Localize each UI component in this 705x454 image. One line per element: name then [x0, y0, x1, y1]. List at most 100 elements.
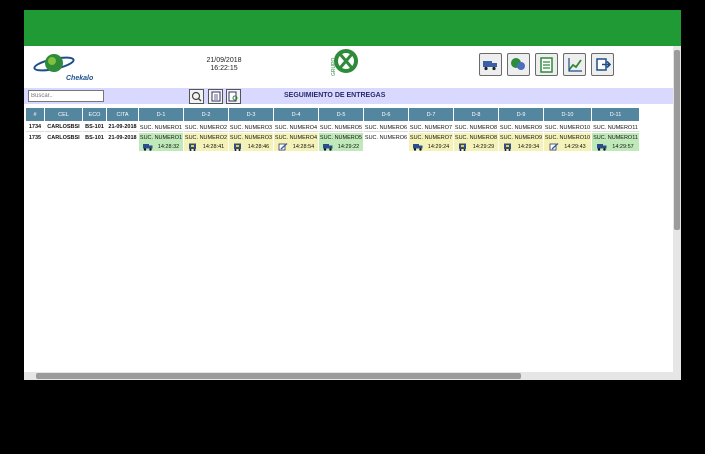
delivery-cell[interactable]: SUC. NUMERO5 14:29:22 — [319, 133, 363, 151]
deliveries-table: # CEL ECO CITA D-1 D-2 D-3 D-4 D-5 D-6 D-7 D-8 D-9 D-… — [25, 107, 640, 152]
delivery-cell[interactable]: SUC. NUMERO3 — [229, 122, 273, 132]
checklist-button[interactable] — [535, 53, 558, 76]
delivery-cell[interactable]: SUC. NUMERO9 14:29:34 — [499, 133, 543, 151]
search-settings-button[interactable] — [189, 89, 204, 104]
users-button[interactable] — [507, 53, 530, 76]
delivery-status: 14:28:54 — [274, 142, 318, 151]
column-header[interactable]: D-7 — [409, 108, 453, 121]
table-row[interactable]: 1735 CARLOSBSI BS-101 21-09-2018 SUC. NUMERO… — [26, 133, 639, 151]
users-globe-icon — [511, 58, 525, 70]
delivery-icon — [188, 143, 198, 151]
delivery-cell[interactable]: SUC. NUMERO7 14:29:24 — [409, 133, 453, 151]
delivery-cell[interactable]: SUC. NUMERO5 — [319, 122, 363, 132]
calculator-icon — [211, 91, 220, 102]
branch-name: SUC. NUMERO4 — [274, 124, 318, 131]
chekalo-logo: Chekalo — [32, 50, 102, 84]
delivery-cell[interactable]: SUC. NUMERO11 — [592, 122, 639, 132]
truck-icon — [412, 143, 423, 151]
current-date: 21/09/2018 — [206, 57, 242, 64]
delivery-cell[interactable]: SUC. NUMERO10 14:29:43 — [544, 133, 591, 151]
delivery-cell[interactable]: SUC. NUMERO6 — [364, 122, 408, 132]
delivery-cell[interactable]: SUC. NUMERO7 — [409, 122, 453, 132]
delivery-cell[interactable]: SUC. NUMERO9 — [499, 122, 543, 132]
branch-name: SUC. NUMERO6 — [364, 124, 408, 131]
branch-name: SUC. NUMERO2 — [184, 124, 228, 131]
column-header[interactable]: D-4 — [274, 108, 318, 121]
vertical-scrollbar[interactable] — [673, 46, 681, 380]
cell-eco: BS-101 — [83, 122, 106, 132]
logout-button[interactable] — [591, 53, 614, 76]
delivery-cell[interactable]: SUC. NUMERO2 14:28:41 — [184, 133, 228, 151]
column-header[interactable]: D-1 — [139, 108, 183, 121]
column-header[interactable]: CITA — [107, 108, 138, 121]
horizontal-scrollbar[interactable] — [24, 372, 673, 380]
search-input[interactable] — [28, 90, 104, 102]
delivery-icon — [458, 143, 468, 151]
statistics-button[interactable] — [563, 53, 586, 76]
calculator-button[interactable] — [208, 89, 223, 104]
horizontal-scroll-thumb[interactable] — [36, 373, 521, 379]
branch-name: SUC. NUMERO4 — [274, 135, 318, 141]
delivery-status: 14:29:29 — [454, 143, 498, 151]
report-search-button[interactable] — [226, 89, 241, 104]
branch-name: SUC. NUMERO7 — [409, 124, 453, 131]
column-header[interactable]: D-10 — [544, 108, 591, 121]
delivery-cell[interactable]: SUC. NUMERO6 — [364, 133, 408, 151]
document-icon — [278, 142, 288, 151]
delivery-icon — [503, 143, 513, 151]
grupo-text: GRUPO — [331, 58, 337, 76]
branch-name: SUC. NUMERO1 — [139, 135, 183, 141]
delivery-cell[interactable]: SUC. NUMERO10 — [544, 122, 591, 132]
column-header[interactable]: D-3 — [229, 108, 273, 121]
delivery-cell[interactable]: SUC. NUMERO8 14:29:29 — [454, 133, 498, 151]
branch-name: SUC. NUMERO8 — [454, 124, 498, 131]
delivery-cell[interactable]: SUC. NUMERO1 14:28:32 — [139, 133, 183, 151]
delivery-time: 14:28:46 — [247, 144, 270, 150]
branch-name: SUC. NUMERO6 — [364, 135, 408, 141]
column-header[interactable]: D-5 — [319, 108, 363, 121]
document-icon — [549, 142, 559, 151]
column-header[interactable]: D-6 — [364, 108, 408, 121]
branch-name: SUC. NUMERO3 — [229, 124, 273, 131]
exit-icon — [595, 58, 611, 71]
column-header[interactable]: D-11 — [592, 108, 639, 121]
column-header[interactable]: D-8 — [454, 108, 498, 121]
cell-eco: BS-101 — [85, 135, 104, 141]
document-search-icon — [228, 91, 238, 102]
branch-name: SUC. NUMERO11 — [593, 135, 638, 141]
delivery-cell[interactable]: SUC. NUMERO4 14:28:54 — [274, 133, 318, 151]
delivery-cell[interactable]: SUC. NUMERO1 — [139, 122, 183, 132]
delivery-time: 14:29:34 — [517, 144, 540, 150]
delivery-cell[interactable]: SUC. NUMERO3 14:28:46 — [229, 133, 273, 151]
table-header-row: # CEL ECO CITA D-1 D-2 D-3 D-4 D-5 D-6 D-7 D-8 D-9 D-… — [26, 108, 639, 121]
truck-report-button[interactable] — [479, 53, 502, 76]
delivery-time: 14:29:22 — [337, 144, 360, 150]
column-header[interactable]: D-2 — [184, 108, 228, 121]
delivery-icon — [233, 143, 243, 151]
delivery-status: 14:28:41 — [184, 143, 228, 151]
delivery-time: 14:28:54 — [292, 144, 315, 150]
delivery-cell[interactable]: SUC. NUMERO8 — [454, 122, 498, 132]
table-row[interactable]: 1734 CARLOSBSI BS-101 21-09-2018 SUC. NUMERO… — [26, 122, 639, 132]
delivery-cell[interactable]: SUC. NUMERO2 — [184, 122, 228, 132]
page-title: SEGUIMIENTO DE ENTREGAS — [284, 92, 386, 99]
current-time: 16:22:15 — [210, 65, 238, 72]
delivery-status: 14:28:46 — [229, 143, 273, 151]
delivery-cell[interactable]: SUC. NUMERO4 — [274, 122, 318, 132]
logo-text: Chekalo — [66, 75, 94, 82]
delivery-cell[interactable]: SUC. NUMERO11 14:29:57 — [592, 133, 639, 151]
column-header[interactable]: CEL — [45, 108, 82, 121]
delivery-time: 14:29:57 — [612, 144, 634, 150]
column-header[interactable]: ECO — [83, 108, 106, 121]
column-header[interactable]: D-9 — [499, 108, 543, 121]
top-bar — [24, 10, 681, 46]
delivery-status: 14:29:22 — [319, 143, 363, 151]
truck-icon — [322, 143, 333, 151]
current-datetime: 21/09/2018 16:22:15 — [194, 57, 254, 73]
search-bar: SEGUIMIENTO DE ENTREGAS — [24, 88, 673, 104]
vertical-scroll-thumb[interactable] — [674, 50, 680, 230]
column-header[interactable]: # — [26, 108, 44, 121]
delivery-status: 14:29:57 — [592, 143, 639, 151]
cell-id: 1734 — [26, 122, 44, 132]
delivery-time: 14:29:43 — [564, 144, 586, 150]
